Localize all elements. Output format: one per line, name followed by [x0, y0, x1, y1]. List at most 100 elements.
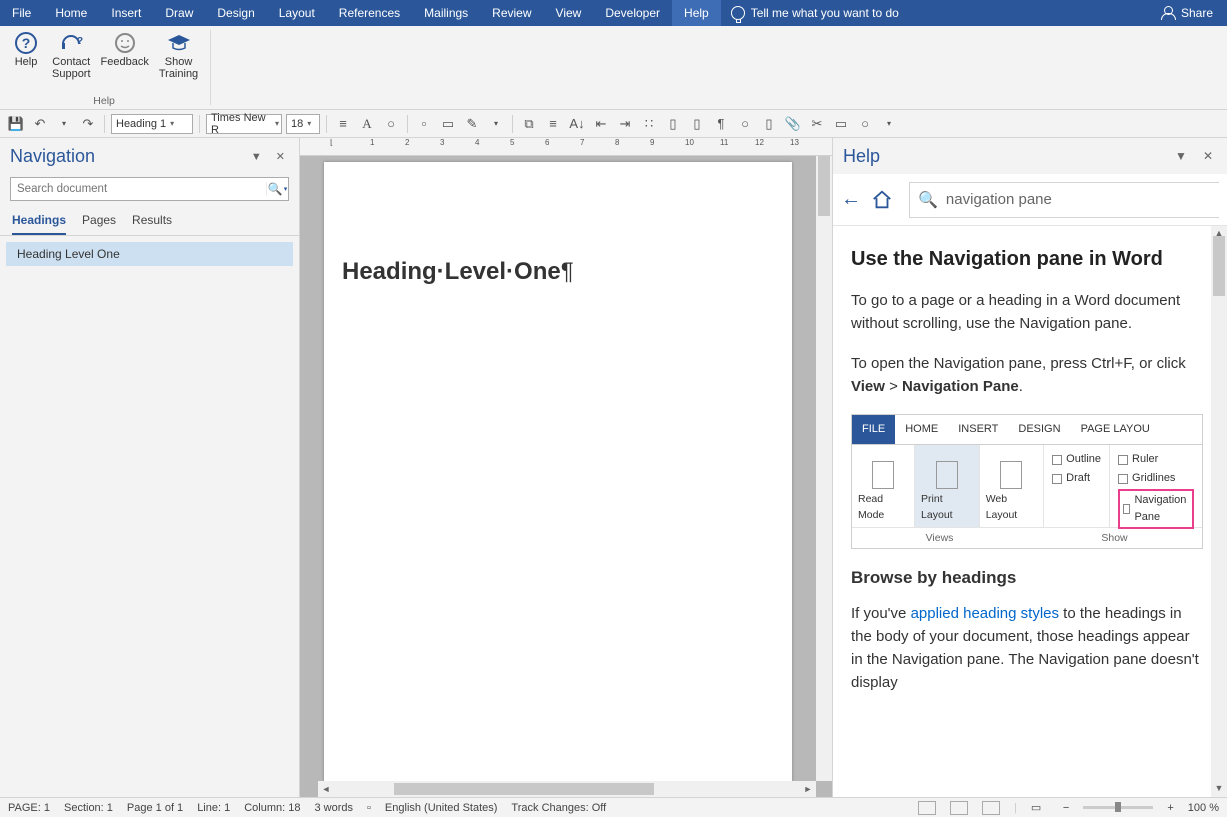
scroll-down-arrow-icon[interactable]: ▼ — [1211, 781, 1227, 797]
web-layout-view-icon[interactable] — [982, 801, 1000, 815]
nav-search-box[interactable]: 🔍▾ — [10, 177, 289, 201]
copy-icon[interactable]: ⧉ — [519, 114, 539, 134]
status-section[interactable]: Section: 1 — [64, 802, 113, 814]
undo-dropdown-icon[interactable]: ▾ — [54, 114, 74, 134]
tab-help[interactable]: Help — [672, 0, 721, 26]
tab-view[interactable]: View — [544, 0, 594, 26]
zoom-slider-handle[interactable] — [1115, 802, 1121, 812]
font-icon[interactable]: A — [357, 114, 377, 134]
scrollbar-thumb[interactable] — [1213, 236, 1225, 296]
status-page[interactable]: PAGE: 1 — [8, 802, 50, 814]
ribbon-separator — [210, 30, 211, 105]
help-article[interactable]: ▲ ▼ Use the Navigation pane in Word To g… — [833, 226, 1227, 797]
horizontal-scrollbar[interactable]: ◄ ► — [318, 781, 816, 797]
cut-icon[interactable]: ✂ — [807, 114, 827, 134]
horizontal-ruler[interactable]: ⌊ 123 456 789 10111213 — [300, 138, 832, 156]
save-icon[interactable]: 💾 — [6, 114, 26, 134]
document-page[interactable]: Heading·Level·One¶ — [324, 162, 792, 782]
status-proof-icon[interactable]: ▫ — [367, 802, 371, 814]
redo-icon[interactable]: ↷ — [78, 114, 98, 134]
sort-icon[interactable]: A↓ — [567, 114, 587, 134]
font-combo[interactable]: Times New R▾ — [206, 114, 282, 134]
share-button[interactable]: Share — [1161, 6, 1227, 20]
help-button[interactable]: ? Help — [6, 28, 46, 82]
document-viewport[interactable]: Heading·Level·One¶ — [300, 156, 832, 797]
help-close-button[interactable]: ✕ — [1199, 149, 1217, 163]
nav-close-button[interactable]: ✕ — [272, 148, 289, 165]
bullets-icon[interactable]: ∷ — [639, 114, 659, 134]
nav-tab-pages[interactable]: Pages — [82, 213, 116, 235]
print-layout-view-icon[interactable] — [950, 801, 968, 815]
status-language[interactable]: English (United States) — [385, 802, 498, 814]
nav-tab-results[interactable]: Results — [132, 213, 172, 235]
dropdown-icon[interactable]: ▾ — [486, 114, 506, 134]
tab-file[interactable]: File — [0, 0, 43, 26]
scrollbar-thumb[interactable] — [394, 783, 654, 795]
nav-options-dropdown[interactable]: ▼ — [247, 149, 266, 165]
nav-heading-item[interactable]: Heading Level One — [6, 242, 293, 266]
indent-icon[interactable]: ≡ — [333, 114, 353, 134]
tab-references[interactable]: References — [327, 0, 412, 26]
font-size-value: 18 — [291, 118, 303, 130]
article-link-heading-styles[interactable]: applied heading styles — [911, 605, 1059, 622]
scrollbar-thumb[interactable] — [818, 156, 830, 216]
tab-mailings[interactable]: Mailings — [412, 0, 480, 26]
vertical-scrollbar[interactable] — [816, 156, 832, 781]
feedback-button[interactable]: Feedback — [97, 28, 153, 82]
tab-developer[interactable]: Developer — [593, 0, 672, 26]
tell-me-search[interactable]: Tell me what you want to do — [721, 6, 909, 20]
page-icon[interactable]: ▫ — [414, 114, 434, 134]
status-line[interactable]: Line: 1 — [197, 802, 230, 814]
status-page-of[interactable]: Page 1 of 1 — [127, 802, 183, 814]
undo-icon[interactable]: ↶ — [30, 114, 50, 134]
spacing-icon[interactable]: ≡ — [543, 114, 563, 134]
scroll-right-arrow-icon[interactable]: ► — [800, 781, 816, 797]
page2-icon[interactable]: ▯ — [663, 114, 683, 134]
zoom-level[interactable]: 100 % — [1188, 802, 1219, 814]
scroll-left-arrow-icon[interactable]: ◄ — [318, 781, 334, 797]
home-icon[interactable] — [871, 189, 893, 211]
indent2-icon[interactable]: ⇥ — [615, 114, 635, 134]
tab-layout[interactable]: Layout — [267, 0, 327, 26]
image-icon[interactable]: ▭ — [438, 114, 458, 134]
nav-search-input[interactable] — [11, 183, 266, 195]
attach-icon[interactable]: 📎 — [783, 114, 803, 134]
paste-icon[interactable]: ▭ — [831, 114, 851, 134]
zoom-slider[interactable] — [1083, 806, 1153, 809]
help-search-box[interactable]: 🔍 navigation pane — [909, 182, 1219, 218]
illus-tab-home: HOME — [895, 415, 948, 444]
tab-insert[interactable]: Insert — [99, 0, 153, 26]
style-combo[interactable]: Heading 1▾ — [111, 114, 193, 134]
circle-icon[interactable]: ○ — [381, 114, 401, 134]
record-icon[interactable]: ○ — [735, 114, 755, 134]
status-track-changes[interactable]: Track Changes: Off — [511, 802, 606, 814]
status-column[interactable]: Column: 18 — [244, 802, 300, 814]
tab-review[interactable]: Review — [480, 0, 543, 26]
tab-home[interactable]: Home — [43, 0, 99, 26]
back-arrow-icon[interactable]: ← — [841, 188, 861, 211]
show-training-button[interactable]: Show Training — [155, 28, 202, 82]
pilcrow-icon[interactable]: ¶ — [711, 114, 731, 134]
overflow-icon[interactable]: ▾ — [879, 114, 899, 134]
help-header: Help ▼ ✕ — [833, 138, 1227, 174]
help-scrollbar[interactable]: ▲ ▼ — [1211, 226, 1227, 797]
outdent-icon[interactable]: ⇤ — [591, 114, 611, 134]
zoom-in-button[interactable]: + — [1167, 802, 1173, 814]
qat-separator — [512, 115, 513, 133]
tab-draw[interactable]: Draw — [153, 0, 205, 26]
new-doc-icon[interactable]: ▯ — [759, 114, 779, 134]
doc-icon[interactable]: ▯ — [687, 114, 707, 134]
zoom-out-button[interactable]: − — [1063, 802, 1069, 814]
search-icon[interactable]: 🔍▾ — [266, 182, 288, 196]
document-heading-text[interactable]: Heading·Level·One¶ — [342, 259, 574, 285]
contact-support-button[interactable]: ? Contact Support — [48, 28, 95, 82]
tab-design[interactable]: Design — [205, 0, 266, 26]
help-options-dropdown[interactable]: ▼ — [1171, 149, 1191, 163]
read-mode-view-icon[interactable] — [918, 801, 936, 815]
nav-tab-headings[interactable]: Headings — [12, 213, 66, 235]
focus-view-icon[interactable]: ▭ — [1031, 801, 1049, 815]
status-words[interactable]: 3 words — [314, 802, 353, 814]
shape-icon[interactable]: ○ — [855, 114, 875, 134]
highlight-icon[interactable]: ✎ — [462, 114, 482, 134]
font-size-combo[interactable]: 18▾ — [286, 114, 320, 134]
